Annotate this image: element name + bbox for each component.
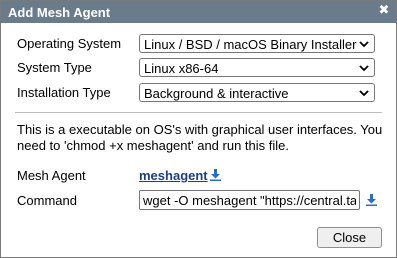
meshagent-download-link[interactable]: meshagent [139,168,208,183]
chevron-down-icon [359,41,369,48]
download-icon[interactable] [366,194,377,206]
os-select-value: Linux / BSD / macOS Binary Installer [144,37,357,52]
chevron-down-icon [359,65,369,72]
system-type-label: System Type [17,60,92,75]
close-button[interactable]: Close [317,227,382,248]
installation-type-label: Installation Type [17,85,111,100]
command-label: Command [17,193,77,208]
mesh-agent-label: Mesh Agent [17,168,86,183]
system-type-select[interactable]: Linux x86-64 [139,58,375,77]
dialog-titlebar[interactable]: Add Mesh Agent ✖ [1,1,396,23]
divider [15,112,382,113]
os-select[interactable]: Linux / BSD / macOS Binary Installer [139,34,375,53]
command-field[interactable] [139,190,360,210]
description-text: This is a executable on OS's with graphi… [17,122,383,153]
add-mesh-agent-dialog: Add Mesh Agent ✖ Operating System Linux … [0,0,397,258]
installation-type-select[interactable]: Background & interactive [139,83,375,102]
close-icon[interactable]: ✖ [377,3,391,17]
installation-type-select-value: Background & interactive [144,86,289,101]
chevron-down-icon [359,90,369,97]
dialog-title: Add Mesh Agent [8,5,111,20]
download-icon[interactable] [210,169,221,181]
os-label: Operating System [17,36,122,51]
system-type-select-value: Linux x86-64 [144,61,219,76]
